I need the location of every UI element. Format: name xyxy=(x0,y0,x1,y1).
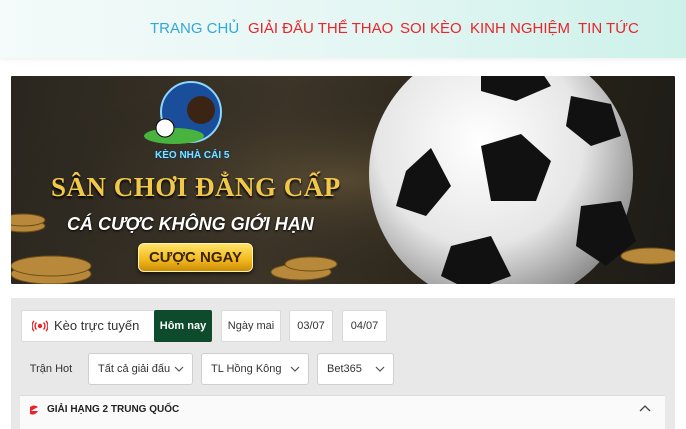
odds-type-select-value: TL Hồng Kông xyxy=(211,363,282,375)
day-tab-tomorrow[interactable]: Ngày mai xyxy=(221,310,281,342)
day-tab-today[interactable]: Hôm nay xyxy=(154,310,212,342)
league-header[interactable]: GIẢI HẠNG 2 TRUNG QUỐC xyxy=(20,395,665,429)
live-broadcast-icon xyxy=(32,320,48,332)
league-select-value: Tất cả giải đấu xyxy=(98,363,171,375)
nav-item-news[interactable]: TIN TỨC xyxy=(578,19,639,39)
day-tab-0407[interactable]: 04/07 xyxy=(342,310,387,342)
brand-logo-text: KÈO NHÀ CÁI 5 xyxy=(155,150,230,161)
football-icon xyxy=(369,76,636,284)
hot-matches-toggle[interactable]: Trận Hot xyxy=(21,353,81,385)
bookmaker-select-value: Bet365 xyxy=(327,363,362,375)
nav-item-home[interactable]: TRANG CHỦ xyxy=(150,19,239,39)
nav-item-sports-leagues[interactable]: GIẢI ĐẤU THỂ THAO xyxy=(248,19,393,39)
league-select[interactable]: Tất cả giải đấu xyxy=(88,353,193,385)
site-header: TRANG CHỦ GIẢI ĐẤU THỂ THAO SOI KÈO KINH… xyxy=(0,0,686,58)
banner-headline: SÂN CHƠI ĐẲNG CẤP xyxy=(51,172,341,202)
main-nav: TRANG CHỦ GIẢI ĐẤU THỂ THAO SOI KÈO KINH… xyxy=(0,19,686,39)
chevron-up-icon[interactable] xyxy=(639,404,651,414)
day-tab-0307[interactable]: 03/07 xyxy=(289,310,333,342)
chevron-down-icon xyxy=(290,366,300,372)
live-odds-label: Kèo trực tuyến xyxy=(54,318,140,333)
nav-item-experience[interactable]: KINH NGHIỆM xyxy=(470,19,570,39)
bookmaker-select[interactable]: Bet365 xyxy=(317,353,394,385)
league-name: GIẢI HẠNG 2 TRUNG QUỐC xyxy=(47,404,180,415)
odds-type-select[interactable]: TL Hồng Kông xyxy=(201,353,309,385)
chevron-down-icon xyxy=(174,366,184,372)
league-logo-icon xyxy=(30,405,38,415)
promo-banner[interactable]: KÈO NHÀ CÁI 5 SÂN CHƠI ĐẲNG CẤP CÁ CƯỢC … xyxy=(11,76,675,284)
live-odds-button[interactable]: Kèo trực tuyến xyxy=(21,310,155,342)
banner-subheadline: CÁ CƯỢC KHÔNG GIỚI HẠN xyxy=(67,214,314,234)
nav-item-odds-tips[interactable]: SOI KÈO xyxy=(400,19,462,39)
chevron-down-icon xyxy=(375,366,385,372)
bet-now-button[interactable]: CƯỢC NGAY xyxy=(138,243,253,272)
